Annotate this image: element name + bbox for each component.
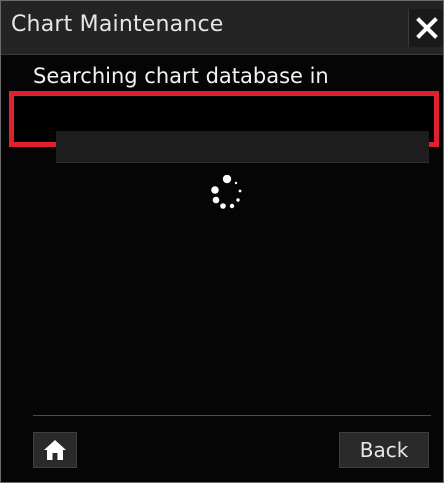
status-message: Searching chart database in: [33, 64, 329, 88]
loading-spinner-icon: [211, 175, 242, 209]
title-bar: Chart Maintenance: [1, 1, 443, 55]
close-icon: [416, 17, 438, 39]
footer-divider: [33, 415, 431, 416]
progress-track: [56, 131, 429, 163]
chart-maintenance-dialog: Chart Maintenance Searching chart databa…: [0, 0, 444, 483]
back-button[interactable]: Back: [339, 432, 429, 468]
dialog-title: Chart Maintenance: [11, 12, 224, 37]
close-button[interactable]: [408, 9, 443, 47]
home-icon: [44, 440, 66, 460]
home-button[interactable]: [33, 432, 77, 468]
